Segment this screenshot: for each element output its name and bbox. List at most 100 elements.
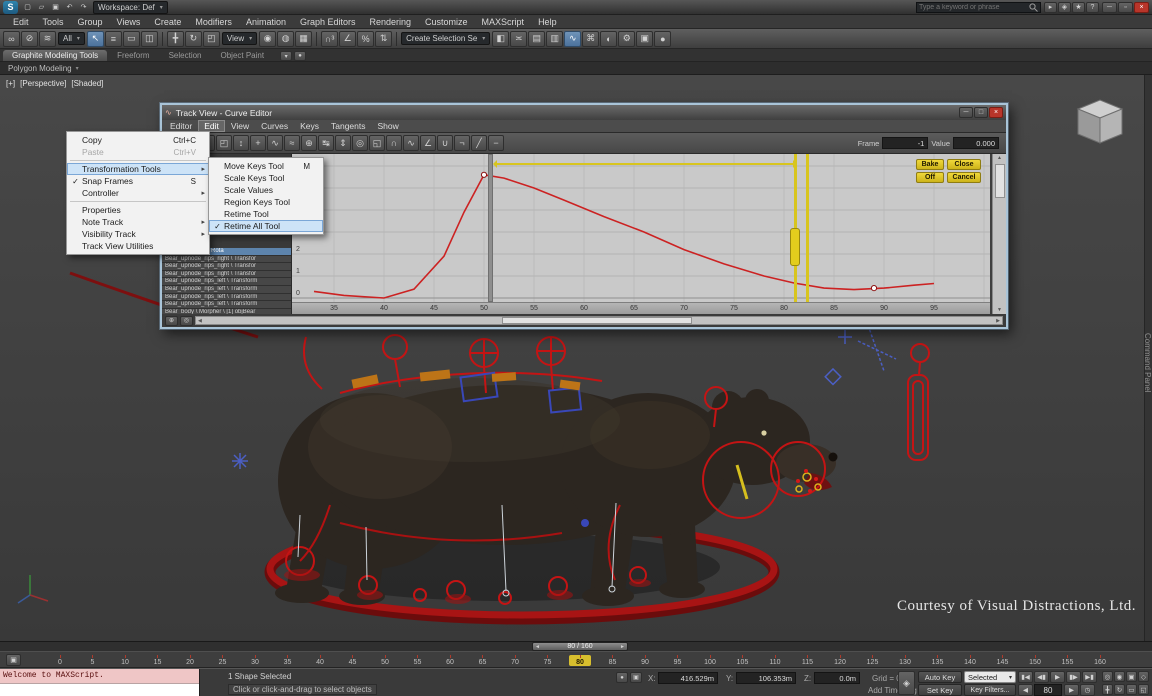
go-to-start-icon[interactable]: ▮◀ (1018, 671, 1033, 683)
menu-item-visibility-track[interactable]: Visibility Track▸ (67, 228, 209, 240)
menubar-item-modifiers[interactable]: Modifiers (188, 15, 239, 28)
track-row[interactable]: Bear_upnode_rips_right \ Transfor (162, 263, 291, 271)
set-keys-icon[interactable]: ◈ (898, 671, 915, 695)
timeline-tick-80[interactable]: 80 (569, 655, 591, 666)
search-input[interactable] (919, 3, 1027, 12)
help-icon[interactable]: ? (1086, 2, 1099, 13)
viewport-shading-menu[interactable]: [Shaded] (71, 79, 103, 88)
zoom-region-icon[interactable]: ▭ (1126, 684, 1137, 695)
track-row[interactable]: Bear_upnode_rips_left \ Transform (162, 278, 291, 286)
timeline-tick-110[interactable]: 110 (764, 655, 786, 666)
ribbon-tab-graphite-modeling-tools[interactable]: Graphite Modeling Tools (3, 50, 107, 61)
previous-frame-icon[interactable]: ◀ (1018, 684, 1033, 696)
scroll-right-icon[interactable]: ▶ (994, 318, 1002, 324)
menubar-item-graph-editors[interactable]: Graph Editors (293, 15, 363, 28)
track-row[interactable]: Bear_upnode_rips_right \ Transfor (162, 256, 291, 264)
timeline-tick-20[interactable]: 20 (179, 655, 201, 666)
keyboard-shortcut-override-icon[interactable]: ▦ (295, 31, 312, 47)
timeline-tick-55[interactable]: 55 (407, 655, 429, 666)
schematic-view-icon[interactable]: ⌘ (582, 31, 599, 47)
menu-item-copy[interactable]: CopyCtrl+C (67, 134, 209, 146)
track-bar[interactable]: ▣ 05101520253035404550556065707580859095… (0, 651, 1152, 668)
retime-handle[interactable] (790, 228, 800, 266)
previous-key-icon[interactable]: ◀▮ (1034, 671, 1049, 683)
bake-button[interactable]: Bake (916, 159, 944, 170)
set-tangents-spline-icon[interactable]: ∿ (403, 135, 419, 151)
zoom-extents-icon[interactable]: ▣ (1126, 671, 1137, 682)
orbit-icon[interactable]: ↻ (1114, 684, 1125, 695)
menubar-item-edit[interactable]: Edit (6, 15, 36, 28)
timeline-tick-35[interactable]: 35 (277, 655, 299, 666)
x-coordinate-field[interactable]: 416.529m (658, 672, 718, 684)
timeline-tick-40[interactable]: 40 (309, 655, 331, 666)
set-tangents-slow-icon[interactable]: ∪ (437, 135, 453, 151)
timeline-tick-60[interactable]: 60 (439, 655, 461, 666)
time-slider-bar[interactable] (488, 154, 493, 302)
select-by-name-icon[interactable]: ≡ (105, 31, 122, 47)
select-and-rotate-icon[interactable]: ↻ (185, 31, 202, 47)
restore-window-icon[interactable]: ▫ (1118, 2, 1133, 13)
timeline-tick-50[interactable]: 50 (374, 655, 396, 666)
trackview-menu-curves[interactable]: Curves (255, 120, 294, 132)
maximize-viewport-toggle-icon[interactable]: ◱ (1138, 684, 1149, 695)
workspace-dropdown[interactable]: Workspace: Def ▾ (93, 1, 168, 14)
zoom-icon[interactable]: ◎ (1102, 671, 1113, 682)
select-and-manipulate-icon[interactable]: ◍ (277, 31, 294, 47)
menu-item-region-keys-tool[interactable]: Region Keys Tool (209, 196, 323, 208)
timeline-tick-120[interactable]: 120 (829, 655, 851, 666)
timeline-tick-15[interactable]: 15 (147, 655, 169, 666)
select-and-move-icon[interactable]: ╋ (167, 31, 184, 47)
set-tangents-auto-icon[interactable]: ∩ (386, 135, 402, 151)
redo-icon[interactable]: ↷ (77, 1, 90, 13)
menubar-item-help[interactable]: Help (531, 15, 564, 28)
open-file-icon[interactable]: ▱ (35, 1, 48, 13)
mirror-icon[interactable]: ◧ (492, 31, 509, 47)
timeline-tick-5[interactable]: 5 (82, 655, 104, 666)
timeline-tick-140[interactable]: 140 (959, 655, 981, 666)
scroll-up-icon[interactable]: ▲ (997, 154, 1002, 162)
select-and-link-icon[interactable]: ∞ (3, 31, 20, 47)
menu-item-note-track[interactable]: Note Track▸ (67, 216, 209, 228)
close-icon[interactable]: × (989, 107, 1003, 118)
viewcube[interactable] (1078, 100, 1122, 143)
timeline-tick-100[interactable]: 100 (699, 655, 721, 666)
maxscript-input-line[interactable] (0, 683, 199, 696)
timeline-tick-70[interactable]: 70 (504, 655, 526, 666)
zoom-horizontal-extents-icon[interactable]: ↹ (318, 135, 334, 151)
trackview-menu-tangents[interactable]: Tangents (325, 120, 372, 132)
next-frame-arrow-icon[interactable]: ► (620, 644, 625, 650)
zoom-region-icon[interactable]: ◱ (369, 135, 385, 151)
bind-to-space-warp-icon[interactable]: ≋ (39, 31, 56, 47)
track-row[interactable]: Bear_upnode_rips_left \ Transform (162, 286, 291, 294)
select-object-icon[interactable]: ↖ (87, 31, 104, 47)
retime-span-arrow[interactable] (496, 163, 794, 165)
simplify-curve-icon[interactable]: ≈ (284, 135, 300, 151)
layer-manager-icon[interactable]: ▤ (528, 31, 545, 47)
communication-center-icon[interactable]: ◈ (1058, 2, 1071, 13)
favorites-icon[interactable]: ★ (1072, 2, 1085, 13)
menubar-item-animation[interactable]: Animation (239, 15, 293, 28)
align-icon[interactable]: ≍ (510, 31, 527, 47)
menu-item-scale-values[interactable]: Scale Values (209, 184, 323, 196)
field-of-view-icon[interactable]: ◇ (1138, 671, 1149, 682)
ribbon-panel-row[interactable]: Polygon Modeling ▾ (0, 62, 1152, 75)
timeline-tick-45[interactable]: 45 (342, 655, 364, 666)
menubar-item-customize[interactable]: Customize (418, 15, 475, 28)
percent-snap-icon[interactable]: % (357, 31, 374, 47)
curve-editor-icon[interactable]: ∿ (564, 31, 581, 47)
maxscript-mini-listener[interactable]: Welcome to MAXScript. (0, 669, 200, 696)
time-slider-track[interactable]: ◄ 80 / 160 ► (0, 641, 1152, 651)
menu-item-transformation-tools[interactable]: Transformation Tools▸ (67, 163, 209, 175)
timeline-tick-0[interactable]: 0 (49, 655, 71, 666)
set-tangents-step-icon[interactable]: ¬ (454, 135, 470, 151)
minimize-window-icon[interactable]: ─ (1102, 2, 1117, 13)
open-mini-curve-editor-icon[interactable]: ▣ (6, 654, 21, 666)
track-row[interactable]: Bear_upnode_rips_left \ Transform (162, 294, 291, 302)
horizontal-scrollbar[interactable]: ◀ ▶ (195, 316, 1003, 325)
zoom-all-icon[interactable]: ◉ (1114, 671, 1125, 682)
isolate-selection-icon[interactable]: ● (616, 672, 628, 683)
curve-key[interactable] (871, 286, 876, 291)
reference-coordinate-dropdown[interactable]: View ▾ (222, 32, 257, 45)
set-key-button[interactable]: Set Key (918, 684, 962, 696)
timeline-tick-90[interactable]: 90 (634, 655, 656, 666)
